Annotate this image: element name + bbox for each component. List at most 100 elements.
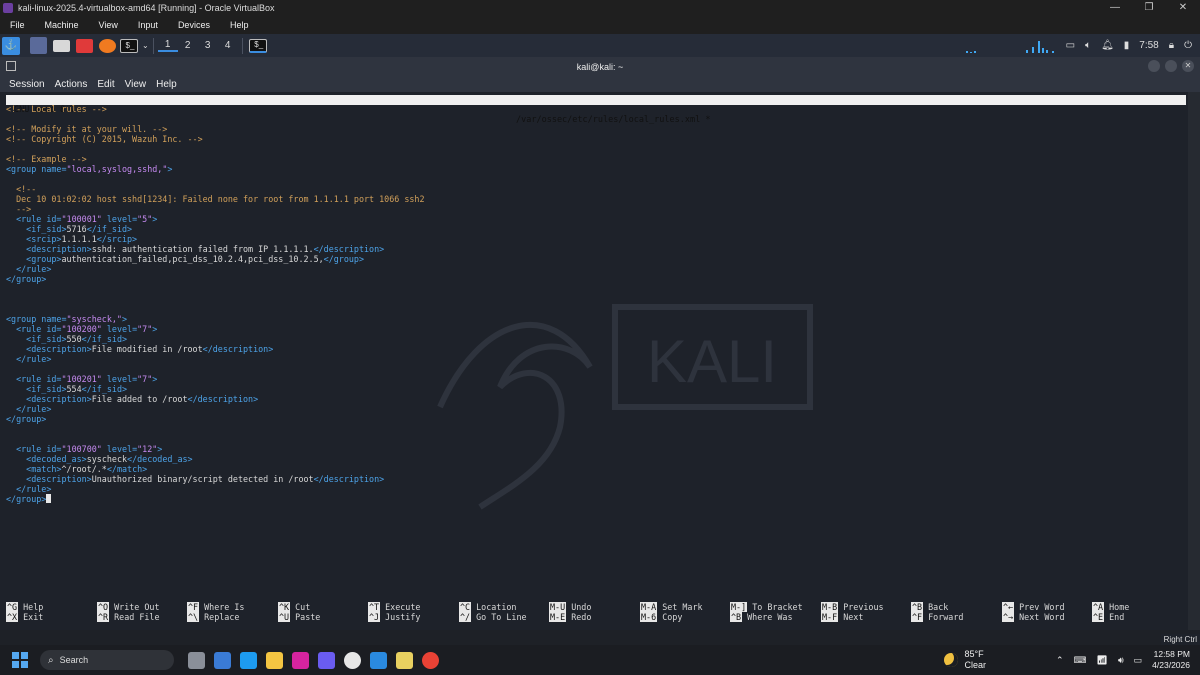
lock-icon[interactable]: 🔒︎ bbox=[1169, 40, 1174, 51]
editor-line: <rule id="100001" level="5"> bbox=[6, 214, 425, 224]
taskbar-clock[interactable]: 12:58 PM 4/23/2026 bbox=[1152, 649, 1190, 671]
editor-line: <if_sid>550</if_sid> bbox=[6, 334, 425, 344]
vscode-icon[interactable] bbox=[370, 651, 387, 669]
shortcut-label: Previous bbox=[843, 602, 884, 612]
shortcut-key: M-E bbox=[549, 612, 567, 622]
shortcut-label: Justify bbox=[385, 612, 421, 622]
kali-menu-icon[interactable]: ⚓ bbox=[2, 36, 20, 55]
code-token: <group bbox=[6, 314, 42, 324]
wifi-icon[interactable]: 📶︎ bbox=[1097, 655, 1108, 666]
kali-dragon-watermark: KALI bbox=[437, 304, 813, 510]
twitter-icon[interactable] bbox=[240, 651, 257, 669]
code-token: File added to /root bbox=[91, 394, 188, 404]
power-icon[interactable]: ⏻ bbox=[1184, 40, 1192, 51]
nano-shortcut: ^F Where Is bbox=[187, 602, 244, 612]
editor-line: <group name="syscheck,"> bbox=[6, 314, 425, 324]
shortcut-key: ^U bbox=[278, 612, 291, 622]
panel-clock[interactable]: 7:58 bbox=[1139, 40, 1158, 51]
shortcut-label: Read File bbox=[114, 612, 160, 622]
menu-input[interactable]: Input bbox=[128, 20, 168, 30]
terminal-minimize-button[interactable] bbox=[1148, 60, 1160, 72]
close-button[interactable]: ✕ bbox=[1166, 2, 1200, 13]
shortcut-label: To Bracket bbox=[752, 602, 803, 612]
shortcut-key: M-U bbox=[549, 602, 567, 612]
editor-line: <if_sid>554</if_sid> bbox=[6, 384, 425, 394]
display-icon[interactable]: ▭ bbox=[1066, 40, 1075, 51]
store-icon[interactable] bbox=[214, 651, 231, 669]
battery-icon[interactable]: ▮ bbox=[1124, 40, 1130, 51]
desktop-icon[interactable] bbox=[30, 37, 47, 54]
file-explorer-icon[interactable] bbox=[266, 651, 283, 669]
code-token: <match> bbox=[6, 464, 62, 474]
task-view-icon[interactable] bbox=[188, 651, 205, 669]
taskbar-apps bbox=[188, 651, 439, 669]
copilot-icon[interactable] bbox=[318, 651, 335, 669]
nano-shortcut: M-U Undo bbox=[549, 602, 591, 612]
terminal-close-button[interactable]: ✕ bbox=[1182, 60, 1194, 72]
menu-edit[interactable]: Edit bbox=[92, 79, 119, 90]
terminal-launcher-icon[interactable]: $_ bbox=[120, 38, 138, 53]
menu-help[interactable]: Help bbox=[220, 20, 259, 30]
chatgpt-icon[interactable] bbox=[344, 651, 361, 669]
editor-line: <description>sshd: authentication failed… bbox=[6, 244, 425, 254]
code-token: <decoded_as> bbox=[6, 454, 87, 464]
workspace-2[interactable]: 2 bbox=[178, 40, 198, 51]
nano-shortcut: ^R Read File bbox=[97, 612, 160, 622]
terminal-body[interactable]: KALI GNU nano 8.7 /var/ossec/etc/rules/l… bbox=[0, 92, 1188, 630]
panel-separator bbox=[241, 37, 243, 54]
code-token: <if_sid> bbox=[6, 334, 67, 344]
chevron-down-icon[interactable]: ⌄ bbox=[142, 41, 149, 50]
menu-view[interactable]: View bbox=[120, 79, 152, 90]
firefox-icon[interactable] bbox=[99, 38, 116, 53]
maximize-button[interactable]: ❐ bbox=[1132, 2, 1166, 13]
instagram-icon[interactable] bbox=[292, 651, 309, 669]
task-terminal-window[interactable]: $_ bbox=[248, 38, 267, 53]
code-token: </description> bbox=[202, 344, 274, 354]
search-icon: ⌕ bbox=[48, 654, 54, 666]
editor-line: <description>Unauthorized binary/script … bbox=[6, 474, 425, 484]
menu-file[interactable]: File bbox=[0, 20, 35, 30]
chevron-up-icon[interactable]: ⌃ bbox=[1056, 655, 1064, 666]
menu-view[interactable]: View bbox=[89, 20, 128, 30]
terminal-maximize-button[interactable] bbox=[1165, 60, 1177, 72]
terminal-scrollbar[interactable] bbox=[1188, 92, 1200, 630]
nano-shortcut: M-F Next bbox=[821, 612, 863, 622]
weather-widget[interactable]: 85°F Clear bbox=[944, 649, 986, 671]
menu-machine[interactable]: Machine bbox=[35, 20, 89, 30]
code-token: <rule bbox=[6, 214, 47, 224]
editor-line: <description>File modified in /root</des… bbox=[6, 344, 425, 354]
editor-content[interactable]: <!-- Local rules --> <!-- Modify it at yo… bbox=[6, 104, 425, 504]
battery-icon[interactable]: ▭ bbox=[1134, 655, 1143, 666]
speaker-icon[interactable]: 🔊︎ bbox=[1118, 655, 1124, 666]
chrome-icon[interactable] bbox=[422, 651, 439, 669]
editor-line: </rule> bbox=[6, 264, 425, 274]
taskbar-search[interactable]: ⌕ Search bbox=[40, 650, 174, 670]
workspace-3[interactable]: 3 bbox=[198, 40, 218, 51]
minimize-button[interactable]: — bbox=[1098, 2, 1132, 13]
menu-help[interactable]: Help bbox=[151, 79, 182, 90]
notification-icon[interactable]: 🔔︎ bbox=[1101, 40, 1114, 51]
menu-actions[interactable]: Actions bbox=[50, 79, 93, 90]
terminal-menubar: Session Actions Edit View Help bbox=[0, 76, 1200, 92]
terminal-title: kali@kali: ~ bbox=[576, 61, 624, 72]
code-token: level= bbox=[101, 374, 138, 384]
workspace-1[interactable]: 1 bbox=[157, 39, 178, 52]
file-manager-icon[interactable] bbox=[53, 39, 70, 52]
windows-start-icon[interactable] bbox=[12, 652, 28, 668]
text-editor-icon[interactable] bbox=[76, 38, 93, 53]
shortcut-key: ^K bbox=[278, 602, 291, 612]
shortcut-key: ^A bbox=[1092, 602, 1105, 612]
shortcut-label: Where Is bbox=[204, 602, 245, 612]
volume-icon[interactable]: 🔈︎ bbox=[1085, 40, 1091, 51]
app-icon[interactable] bbox=[396, 651, 413, 669]
menu-devices[interactable]: Devices bbox=[168, 20, 220, 30]
editor-line: --> bbox=[6, 204, 425, 214]
shortcut-key: ^F bbox=[187, 602, 200, 612]
editor-line: <group name="local,syslog,sshd,"> bbox=[6, 164, 425, 174]
keyboard-icon[interactable]: ⌨ bbox=[1074, 655, 1087, 666]
menu-session[interactable]: Session bbox=[4, 79, 50, 90]
workspace-4[interactable]: 4 bbox=[218, 40, 238, 51]
